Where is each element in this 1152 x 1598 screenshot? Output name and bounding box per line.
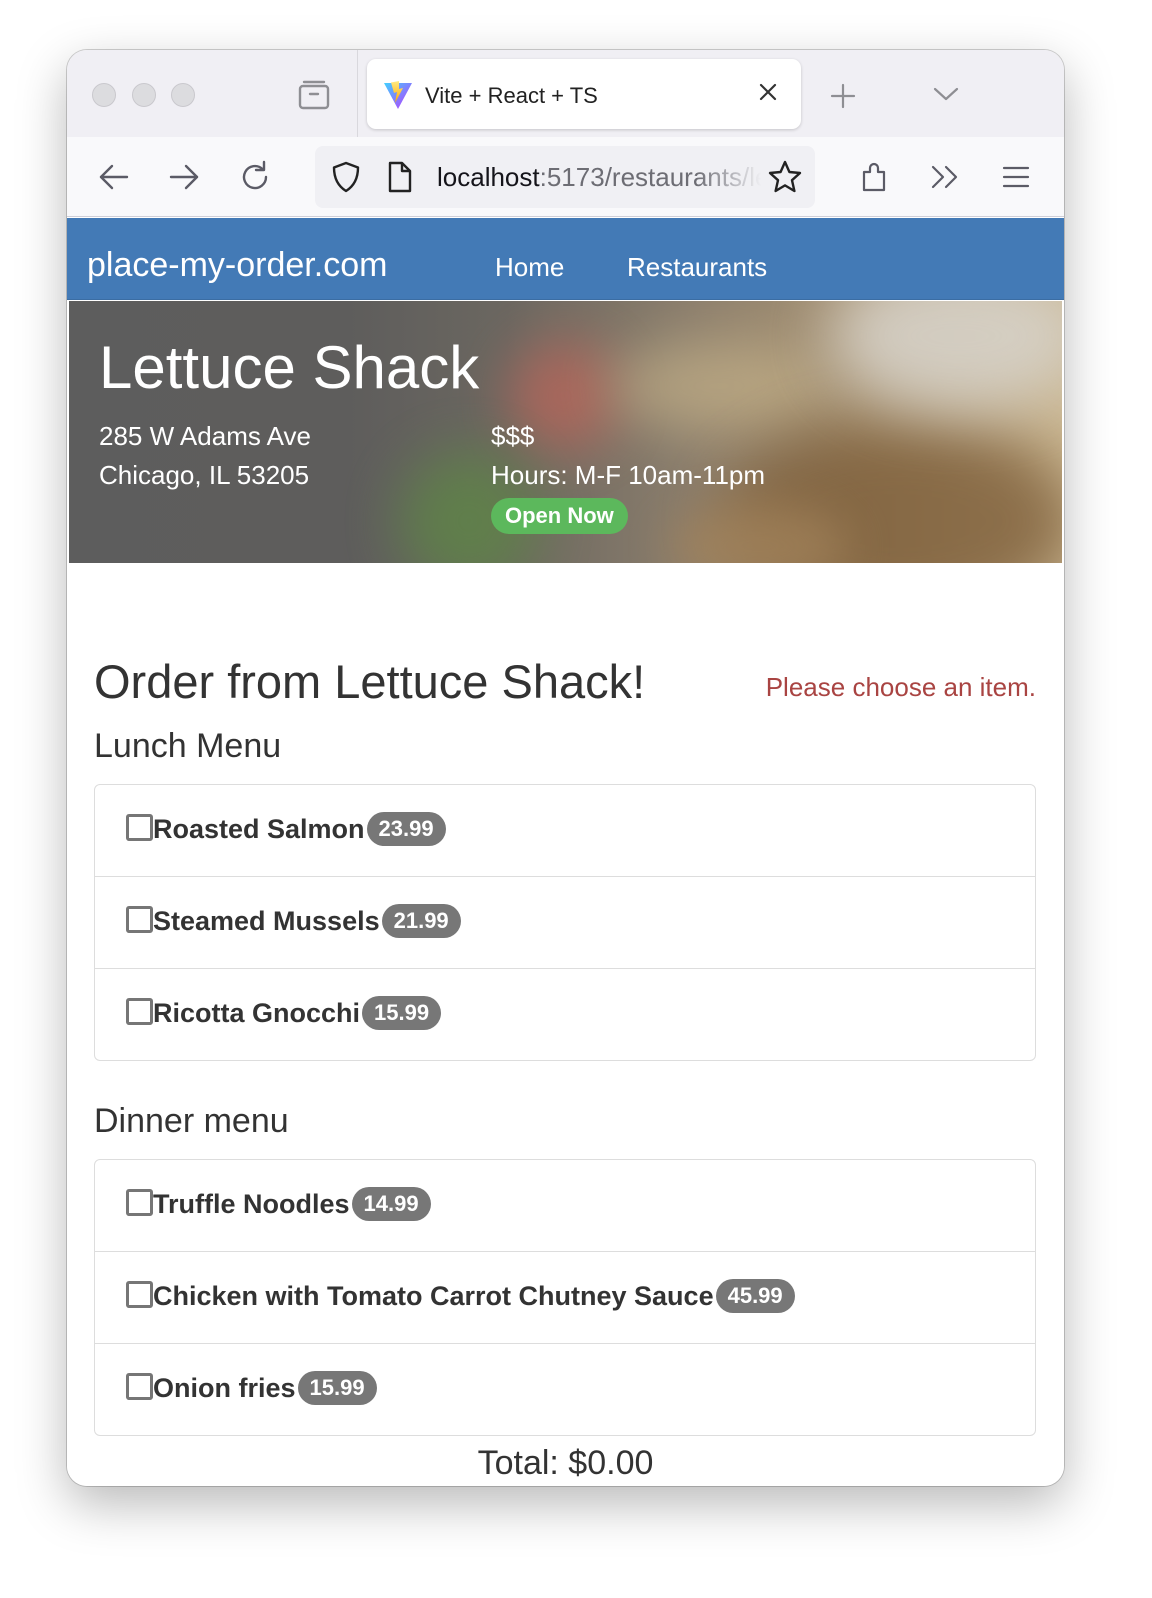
- extensions-icon[interactable]: [858, 160, 892, 194]
- tab-separator: [357, 50, 358, 137]
- back-arrow-icon[interactable]: [97, 160, 131, 194]
- item-checkbox[interactable]: [126, 814, 153, 841]
- restaurant-banner: Lettuce Shack 285 W Adams Ave Chicago, I…: [69, 301, 1062, 563]
- zoom-window-button[interactable]: [171, 83, 195, 107]
- item-label[interactable]: Onion fries 15.99: [153, 1344, 377, 1436]
- reload-icon[interactable]: [238, 160, 272, 194]
- minimize-window-button[interactable]: [132, 83, 156, 107]
- validation-message: Please choose an item.: [765, 672, 1036, 702]
- chevron-down-icon[interactable]: [933, 84, 959, 104]
- item-label[interactable]: Truffle Noodles 14.99: [153, 1160, 431, 1252]
- active-tab[interactable]: Vite + React + TS: [367, 59, 801, 129]
- price-badge: 21.99: [381, 903, 461, 938]
- close-tab-icon[interactable]: [755, 79, 781, 105]
- item-label[interactable]: Steamed Mussels 21.99: [153, 877, 461, 969]
- url-host: localhost: [437, 162, 540, 192]
- price-badge: 45.99: [715, 1278, 795, 1313]
- item-name: Onion fries: [153, 1372, 296, 1403]
- address-line-2: Chicago, IL 53205: [99, 460, 310, 490]
- dinner-menu-list: Truffle Noodles 14.99 Chicken with Tomato…: [94, 1159, 1036, 1436]
- item-name: Ricotta Gnocchi: [153, 997, 361, 1028]
- menu-item[interactable]: Ricotta Gnocchi 15.99: [95, 969, 1035, 1061]
- item-name: Truffle Noodles: [153, 1188, 350, 1219]
- browser-window: Vite + React + TS localhost:5173/restaur…: [67, 50, 1064, 1486]
- price-badge: 14.99: [351, 1186, 431, 1221]
- item-name: Roasted Salmon: [153, 813, 365, 844]
- url-text[interactable]: localhost:5173/restaurants/lettuce-shack: [437, 162, 761, 193]
- item-checkbox[interactable]: [126, 1373, 153, 1400]
- lunch-menu-list: Roasted Salmon 23.99 Steamed Mussels 21.99…: [94, 784, 1036, 1061]
- item-checkbox[interactable]: [126, 1281, 153, 1308]
- opening-hours: Hours: M-F 10am-11pm: [491, 460, 766, 490]
- page-content: place-my-order.com Home Restaurants Lett…: [67, 218, 1064, 1486]
- nav-link-restaurants[interactable]: Restaurants: [627, 252, 767, 283]
- menu-hamburger-icon[interactable]: [999, 160, 1033, 194]
- menu-item[interactable]: Chicken with Tomato Carrot Chutney Sauce…: [95, 1252, 1035, 1344]
- overflow-chevrons-icon[interactable]: [928, 160, 962, 194]
- new-tab-icon[interactable]: [829, 82, 857, 110]
- item-label[interactable]: Chicken with Tomato Carrot Chutney Sauce…: [153, 1252, 795, 1344]
- address-bar[interactable]: localhost:5173/restaurants/lettuce-shack: [315, 146, 815, 208]
- url-path: :5173/restaurants/lettuce-shack: [539, 162, 761, 192]
- site-navbar: place-my-order.com Home Restaurants: [67, 218, 1064, 300]
- close-window-button[interactable]: [92, 83, 116, 107]
- lunch-menu-heading: Lunch Menu: [94, 727, 282, 765]
- price-badge: 15.99: [362, 995, 442, 1030]
- bookmark-star-icon[interactable]: [767, 159, 803, 195]
- item-name: Chicken with Tomato Carrot Chutney Sauce: [153, 1280, 714, 1311]
- navigation-toolbar: localhost:5173/restaurants/lettuce-shack: [67, 137, 1064, 217]
- shield-icon[interactable]: [329, 160, 363, 194]
- vite-logo-icon: [384, 81, 412, 109]
- site-brand[interactable]: place-my-order.com: [87, 246, 387, 285]
- price-badge: 23.99: [366, 811, 446, 846]
- item-checkbox[interactable]: [126, 906, 153, 933]
- tab-overview-icon[interactable]: [298, 80, 330, 110]
- tab-bar: Vite + React + TS: [67, 50, 1064, 137]
- open-now-badge: Open Now: [491, 498, 628, 534]
- menu-item[interactable]: Steamed Mussels 21.99: [95, 877, 1035, 969]
- forward-arrow-icon[interactable]: [167, 160, 201, 194]
- item-label[interactable]: Ricotta Gnocchi 15.99: [153, 969, 442, 1061]
- price-badge: 15.99: [297, 1370, 377, 1405]
- menu-item[interactable]: Truffle Noodles 14.99: [95, 1160, 1035, 1252]
- order-heading: Order from Lettuce Shack!: [94, 655, 646, 708]
- dinner-menu-heading: Dinner menu: [94, 1102, 289, 1140]
- nav-link-home[interactable]: Home: [495, 252, 564, 283]
- item-label[interactable]: Roasted Salmon 23.99: [153, 785, 446, 877]
- order-total: Total: $0.00: [477, 1444, 654, 1482]
- menu-item[interactable]: Roasted Salmon 23.99: [95, 785, 1035, 877]
- page-info-icon[interactable]: [385, 160, 415, 194]
- item-name: Steamed Mussels: [153, 905, 380, 936]
- menu-item[interactable]: Onion fries 15.99: [95, 1344, 1035, 1436]
- tab-title: Vite + React + TS: [425, 83, 598, 108]
- price-range: $$$: [491, 421, 535, 451]
- item-checkbox[interactable]: [126, 1189, 153, 1216]
- restaurant-name: Lettuce Shack: [99, 334, 480, 401]
- address-line-1: 285 W Adams Ave: [99, 421, 311, 451]
- item-checkbox[interactable]: [126, 998, 153, 1025]
